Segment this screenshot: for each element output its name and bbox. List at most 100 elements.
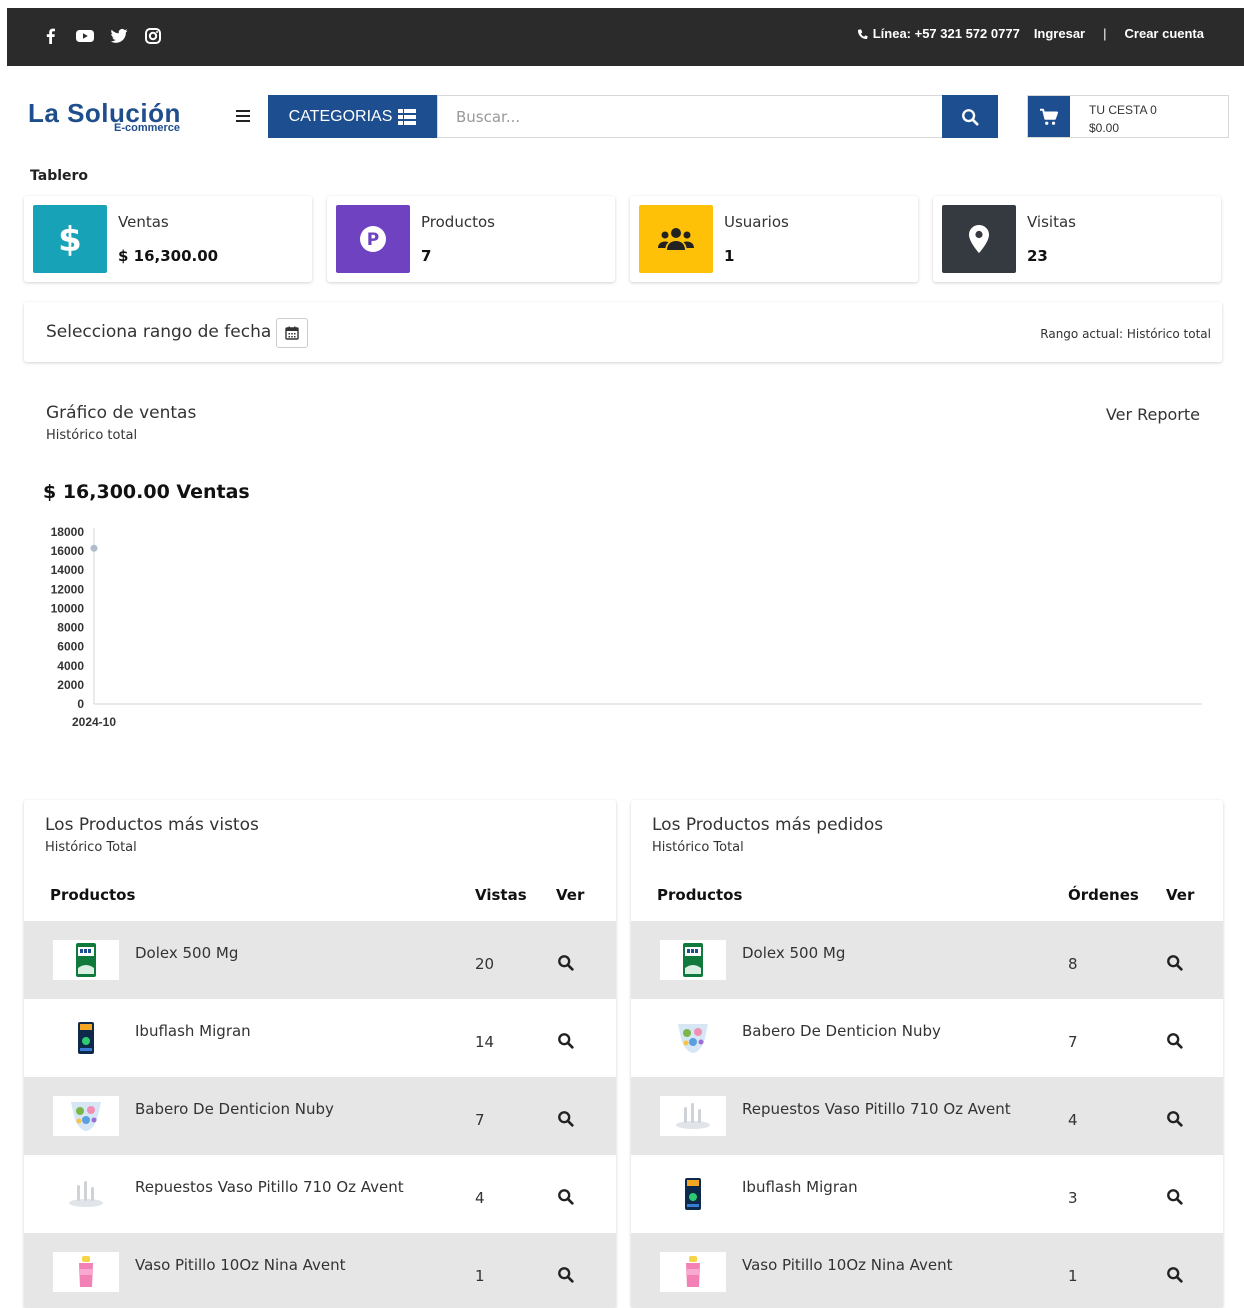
view-product-button[interactable] [555, 1186, 575, 1206]
view-report-link[interactable]: Ver Reporte [1106, 405, 1200, 424]
product-thumbnail[interactable] [53, 1174, 119, 1214]
link-separator: | [1103, 26, 1107, 41]
stat-label: Usuarios [724, 213, 789, 231]
table-row: Dolex 500 Mg 20 [24, 921, 616, 999]
table-header: Productos Vistas Ver [24, 886, 616, 920]
view-product-button[interactable] [1164, 1030, 1184, 1050]
login-link[interactable]: Ingresar [1034, 26, 1085, 41]
categories-button[interactable]: CATEGORIAS [268, 95, 437, 138]
cart-widget[interactable]: TU CESTA 0 $0.00 [1027, 95, 1229, 138]
stat-card-visitas: Visitas 23 [933, 196, 1221, 282]
y-tick-label: 2000 [57, 678, 84, 692]
page-title: Tablero [30, 168, 89, 184]
y-tick-label: 0 [77, 697, 84, 711]
cart-summary: TU CESTA 0 $0.00 [1070, 96, 1157, 137]
view-product-button[interactable] [555, 952, 575, 972]
table-row: Vaso Pitillo 10Oz Nina Avent 1 [24, 1233, 616, 1308]
product-thumbnail[interactable] [53, 1252, 119, 1292]
y-tick-label: 14000 [51, 563, 85, 577]
top-links: Línea: +57 321 572 0777 Ingresar | Crear… [856, 26, 1204, 41]
product-thumbnail[interactable] [660, 1018, 726, 1058]
product-name: Babero De Denticion Nuby [135, 1100, 334, 1118]
table-row: Ibuflash Migran 14 [24, 999, 616, 1077]
phone-line: Línea: +57 321 572 0777 [856, 26, 1020, 41]
site-logo[interactable]: La Solución E-commerce [28, 98, 203, 138]
product-name: Ibuflash Migran [135, 1022, 251, 1040]
date-range-button[interactable] [276, 318, 308, 348]
twitter-icon[interactable] [109, 26, 129, 46]
most-ordered-title: Los Productos más pedidos [652, 815, 884, 835]
stat-tile: P [336, 205, 410, 273]
list-icon [398, 108, 417, 125]
stat-value: 7 [421, 247, 432, 265]
chart-subtitle: Histórico total [46, 428, 138, 443]
search-input[interactable] [437, 95, 943, 138]
product-metric: 7 [1068, 1033, 1078, 1051]
facebook-icon[interactable] [41, 26, 61, 46]
table-body: Dolex 500 Mg 20 Ibuflash Migran 14 Babero De… [24, 921, 616, 1308]
search-icon [557, 1032, 574, 1049]
menu-icon[interactable] [233, 106, 253, 126]
youtube-icon[interactable] [75, 26, 95, 46]
register-link[interactable]: Crear cuenta [1125, 26, 1204, 41]
product-thumbnail[interactable] [53, 1096, 119, 1136]
search-icon [1166, 1266, 1183, 1283]
view-product-button[interactable] [1164, 1108, 1184, 1128]
stat-card-ventas: $ Ventas $ 16,300.00 [24, 196, 312, 282]
current-range: Rango actual: Histórico total [1040, 327, 1211, 341]
table-row: Ibuflash Migran 3 [631, 1155, 1223, 1233]
view-product-button[interactable] [555, 1108, 575, 1128]
y-tick-label: 12000 [51, 582, 85, 596]
cart-button[interactable] [1028, 96, 1070, 137]
view-product-button[interactable] [1164, 1264, 1184, 1284]
sales-chart: 0 2000 4000 6000 8000 10000 12000 14000 16000 180… [51, 525, 1202, 729]
col-view: Ver [556, 886, 585, 904]
stat-tile: $ [33, 205, 107, 273]
product-thumbnail[interactable] [660, 940, 726, 980]
most-ordered-subtitle: Histórico Total [652, 840, 744, 855]
view-product-button[interactable] [555, 1264, 575, 1284]
product-metric: 3 [1068, 1189, 1078, 1207]
stat-value: 1 [724, 247, 735, 265]
y-tick-label: 8000 [57, 621, 84, 635]
date-range-card: Selecciona rango de fecha Rango actual: … [24, 302, 1222, 362]
search-button[interactable] [942, 95, 998, 138]
col-metric: Órdenes [1068, 886, 1139, 904]
product-metric: 14 [475, 1033, 495, 1051]
search-icon [962, 108, 979, 126]
instagram-icon[interactable] [143, 26, 163, 46]
table-row: Babero De Denticion Nuby 7 [24, 1077, 616, 1155]
users-icon [658, 228, 694, 250]
col-metric: Vistas [475, 886, 527, 904]
col-view: Ver [1166, 886, 1195, 904]
product-name: Babero De Denticion Nuby [742, 1022, 941, 1040]
data-point[interactable] [90, 544, 98, 552]
product-thumbnail[interactable] [660, 1174, 726, 1214]
search-icon [1166, 1188, 1183, 1205]
search-icon [557, 1188, 574, 1205]
stat-card-productos: P Productos 7 [327, 196, 615, 282]
view-product-button[interactable] [555, 1030, 575, 1050]
search-icon [1166, 1110, 1183, 1127]
table-row: Repuestos Vaso Pitillo 710 Oz Avent 4 [24, 1155, 616, 1233]
product-metric: 20 [475, 955, 495, 973]
view-product-button[interactable] [1164, 1186, 1184, 1206]
view-product-button[interactable] [1164, 952, 1184, 972]
date-range-label: Selecciona rango de fecha [46, 322, 272, 342]
y-tick-label: 18000 [51, 525, 85, 539]
most-viewed-card: Los Productos más vistos Histórico Total… [24, 800, 616, 1308]
product-thumbnail[interactable] [53, 1018, 119, 1058]
product-thumbnail[interactable] [660, 1252, 726, 1292]
product-thumbnail[interactable] [53, 940, 119, 980]
product-name: Repuestos Vaso Pitillo 710 Oz Avent [135, 1178, 404, 1196]
product-thumbnail[interactable] [660, 1096, 726, 1136]
col-products: Productos [50, 886, 136, 904]
search-icon [557, 954, 574, 971]
social-links [41, 26, 163, 46]
table-row: Vaso Pitillo 10Oz Nina Avent 1 [631, 1233, 1223, 1308]
top-bar: Línea: +57 321 572 0777 Ingresar | Crear… [7, 8, 1244, 66]
search-icon [1166, 954, 1183, 971]
dollar-icon: $ [58, 221, 82, 257]
table-row: Repuestos Vaso Pitillo 710 Oz Avent 4 [631, 1077, 1223, 1155]
phone-icon [857, 28, 868, 39]
